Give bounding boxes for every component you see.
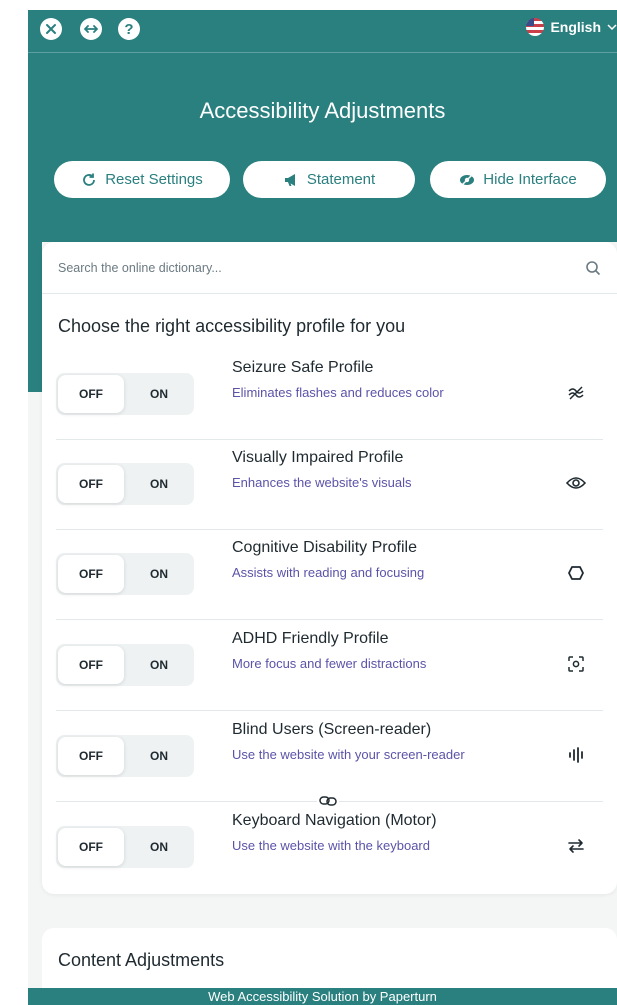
reset-settings-button[interactable]: Reset Settings — [54, 161, 230, 198]
search-bar — [42, 242, 617, 294]
toggle-off-option[interactable]: OFF — [58, 375, 124, 413]
content-adjustments-heading: Content Adjustments — [58, 950, 225, 970]
header-background-tail — [28, 242, 42, 392]
eye-slash-icon — [460, 172, 475, 187]
toggle-on-option[interactable]: ON — [128, 737, 190, 775]
language-label: English — [550, 19, 601, 35]
profile-name: Visually Impaired Profile — [232, 449, 404, 466]
megaphone-icon — [284, 173, 295, 186]
row-divider — [56, 710, 603, 711]
horizontal-arrows-icon — [84, 25, 98, 33]
profile-description: Enhances the website's visuals — [232, 475, 412, 490]
search-input[interactable] — [58, 260, 585, 275]
resize-button[interactable] — [80, 18, 102, 40]
audio-bars-icon — [565, 744, 587, 766]
profile-name: Keyboard Navigation (Motor) — [232, 812, 437, 829]
toggle-on-option[interactable]: ON — [128, 828, 190, 866]
toggle-off-option[interactable]: OFF — [58, 828, 124, 866]
close-button[interactable] — [40, 18, 62, 40]
hide-interface-label: Hide Interface — [483, 171, 577, 188]
language-selector[interactable]: English — [526, 18, 617, 36]
toggle-on-option[interactable]: ON — [128, 375, 190, 413]
header-divider — [28, 52, 617, 53]
search-icon[interactable] — [585, 260, 601, 276]
help-icon: ? — [124, 20, 134, 38]
toggle-off-option[interactable]: OFF — [58, 737, 124, 775]
toggle-on-option[interactable]: ON — [128, 646, 190, 684]
focus-icon — [565, 653, 587, 675]
reset-settings-label: Reset Settings — [105, 171, 203, 188]
page-title: Accessibility Adjustments — [199, 98, 446, 123]
profile-row-seizure-safe: OFF ON Seizure Safe Profile Eliminates f… — [42, 350, 617, 440]
profile-row-visually-impaired: OFF ON Visually Impaired Profile Enhance… — [42, 440, 617, 530]
profile-name: Cognitive Disability Profile — [232, 539, 417, 556]
profiles-heading: Choose the right accessibility profile f… — [58, 316, 406, 336]
profile-row-adhd-friendly: OFF ON ADHD Friendly Profile More focus … — [42, 621, 617, 711]
close-icon — [46, 24, 56, 34]
statement-label: Statement — [306, 171, 376, 188]
toggle-on-option[interactable]: ON — [128, 555, 190, 593]
us-flag-icon — [526, 18, 545, 36]
reset-icon — [83, 173, 96, 186]
profile-toggle[interactable]: OFF ON — [56, 553, 194, 595]
profile-description: Eliminates flashes and reduces color — [232, 385, 444, 400]
eye-icon — [565, 472, 587, 494]
profile-row-cognitive-disability: OFF ON Cognitive Disability Profile Assi… — [42, 530, 617, 620]
seizure-icon — [565, 382, 587, 404]
profile-toggle[interactable]: OFF ON — [56, 826, 194, 868]
profile-toggle[interactable]: OFF ON — [56, 735, 194, 777]
profile-row-keyboard-navigation: OFF ON Keyboard Navigation (Motor) Use t… — [42, 803, 617, 893]
profile-description: Assists with reading and focusing — [232, 565, 425, 580]
statement-button[interactable]: Statement — [243, 161, 415, 198]
chevron-down-icon — [607, 24, 617, 31]
row-divider — [56, 619, 603, 620]
profile-name: ADHD Friendly Profile — [232, 630, 389, 647]
profile-description: Use the website with your screen-reader — [232, 747, 465, 762]
toggle-on-option[interactable]: ON — [128, 465, 190, 503]
profile-description: Use the website with the keyboard — [232, 838, 430, 853]
profile-toggle[interactable]: OFF ON — [56, 644, 194, 686]
profile-row-blind-users: OFF ON Blind Users (Screen-reader) Use t… — [42, 712, 617, 802]
header-background — [28, 10, 617, 242]
footer-credit[interactable]: Web Accessibility Solution by Paperturn — [28, 988, 617, 1005]
profile-name: Seizure Safe Profile — [232, 359, 374, 376]
profile-name: Blind Users (Screen-reader) — [232, 721, 432, 738]
help-button[interactable]: ? — [118, 18, 140, 40]
profile-toggle[interactable]: OFF ON — [56, 373, 194, 415]
profile-description: More focus and fewer distractions — [232, 656, 427, 671]
toggle-off-option[interactable]: OFF — [58, 646, 124, 684]
profile-toggle[interactable]: OFF ON — [56, 463, 194, 505]
toggle-off-option[interactable]: OFF — [58, 555, 124, 593]
cognitive-icon — [565, 562, 587, 584]
arrows-icon — [565, 835, 587, 857]
hide-interface-button[interactable]: Hide Interface — [430, 161, 606, 198]
toggle-off-option[interactable]: OFF — [58, 465, 124, 503]
